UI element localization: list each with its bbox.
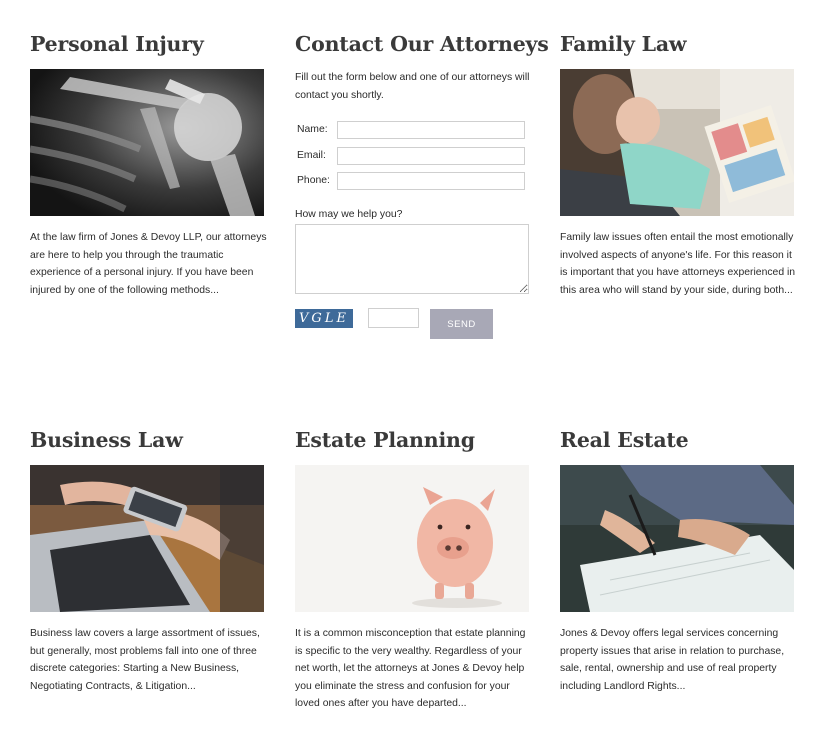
email-input[interactable] — [337, 147, 525, 165]
card-title[interactable]: Family Law — [560, 31, 795, 57]
card-blurb: At the law firm of Jones & Devoy LLP, ou… — [30, 232, 267, 296]
laptop-phone-illustration — [30, 465, 264, 612]
card-title[interactable]: Estate Planning — [295, 427, 530, 453]
card-title[interactable]: Personal Injury — [30, 31, 265, 57]
business-photo[interactable] — [30, 465, 264, 612]
xray-shoulder-image[interactable] — [30, 69, 264, 216]
piggy-bank-photo[interactable] — [295, 465, 529, 612]
captcha-image: VGLE — [295, 309, 353, 328]
signing-document-illustration — [560, 465, 794, 612]
help-textarea[interactable] — [295, 224, 529, 294]
real-estate-photo[interactable] — [560, 465, 794, 612]
contact-form-section: Contact Our Attorneys Fill out the form … — [295, 31, 549, 339]
name-row: Name: — [295, 121, 529, 141]
card-blurb: Jones & Devoy offers legal services conc… — [560, 628, 785, 692]
family-reading-illustration — [560, 69, 794, 216]
email-row: Email: — [295, 147, 529, 167]
card-estate-planning: Estate Planning It is a common misconcep… — [295, 427, 530, 709]
send-button[interactable]: SEND — [430, 309, 493, 339]
card-title[interactable]: Real Estate — [560, 427, 795, 453]
phone-row: Phone: — [295, 172, 529, 192]
contact-title: Contact Our Attorneys — [295, 32, 549, 56]
card-real-estate: Real Estate Jones & Devoy offers legal s… — [560, 427, 795, 692]
card-personal-injury: Personal Injury At the law firm of Jones… — [30, 31, 267, 296]
card-business-law: Business Law Business law covers a large… — [30, 427, 265, 692]
card-family-law: Family Law Family law issues often entai… — [560, 31, 795, 296]
family-photo[interactable] — [560, 69, 794, 216]
card-blurb: Business law covers a large assortment o… — [30, 628, 260, 692]
name-input[interactable] — [337, 121, 525, 139]
help-label: How may we help you? — [295, 209, 403, 220]
phone-label: Phone: — [297, 175, 330, 186]
email-label: Email: — [297, 150, 326, 161]
card-blurb: Family law issues often entail the most … — [560, 232, 796, 296]
piggy-bank-illustration — [295, 465, 529, 612]
xray-illustration — [30, 69, 264, 216]
contact-intro: Fill out the form below and one of our a… — [295, 72, 530, 101]
card-blurb: It is a common misconception that estate… — [295, 628, 526, 710]
captcha-input[interactable] — [368, 308, 419, 328]
name-label: Name: — [297, 124, 328, 135]
phone-input[interactable] — [337, 172, 525, 190]
card-title[interactable]: Business Law — [30, 427, 265, 453]
